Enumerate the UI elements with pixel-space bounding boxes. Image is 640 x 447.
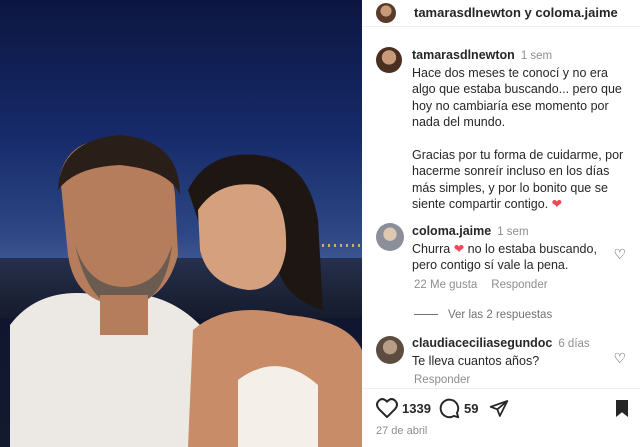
heart-emoji-icon: ❤: [453, 241, 465, 256]
bookmark-icon[interactable]: [616, 400, 628, 417]
post-photo[interactable]: [0, 0, 362, 447]
comment-item: claudiaceciliasegundoc 6 días Te lleva cu…: [412, 335, 612, 369]
comment-like-heart-icon[interactable]: ♡: [613, 246, 626, 263]
comment-item: coloma.jaime 1 sem Churra ❤ no lo estaba …: [412, 223, 612, 274]
comment-avatar[interactable]: [376, 336, 404, 364]
header-joiner: y: [524, 5, 532, 20]
comment-meta: Responder: [414, 374, 484, 386]
heart-outline-icon[interactable]: [376, 398, 398, 418]
comment-likes-count[interactable]: 22 Me gusta: [414, 279, 477, 291]
comment-username[interactable]: coloma.jaime: [412, 224, 491, 238]
caption-avatar[interactable]: [376, 47, 402, 73]
heart-emoji-icon: ❤: [551, 197, 563, 211]
caption-time[interactable]: 1 sem: [521, 50, 552, 62]
post-date[interactable]: 27 de abril: [376, 425, 427, 437]
woman-figure: [188, 154, 362, 447]
reply-button[interactable]: Responder: [491, 279, 547, 291]
comment-time[interactable]: 1 sem: [497, 226, 528, 238]
author-avatar[interactable]: [376, 3, 396, 23]
header-user2-link[interactable]: coloma.jaime: [535, 5, 617, 20]
comment-meta: 22 Me gusta Responder: [414, 279, 562, 291]
comment-time[interactable]: 6 días: [558, 338, 589, 350]
comment-text-start: Churra: [412, 241, 451, 256]
reply-button[interactable]: Responder: [414, 374, 470, 386]
comment-username[interactable]: claudiaceciliasegundoc: [412, 336, 552, 350]
caption-paragraph-2: Gracias por tu forma de cuidarme, por ha…: [412, 147, 634, 213]
post-actions-bar: 1339 59: [362, 388, 640, 429]
header-authors: tamarasdlnewton y coloma.jaime: [414, 5, 618, 20]
view-replies-label: Ver las 2 respuestas: [448, 309, 553, 321]
post-caption: tamarasdlnewton 1 sem Hace dos meses te c…: [412, 47, 634, 213]
post-sidebar: tamarasdlnewton y coloma.jaime tamarasdl…: [362, 0, 640, 447]
replies-divider: [414, 314, 438, 316]
caption-paragraph-1: Hace dos meses te conocí y no era algo q…: [412, 65, 626, 130]
comment-icon[interactable]: [439, 398, 460, 419]
view-replies-button[interactable]: Ver las 2 respuestas: [414, 309, 552, 321]
post-header: tamarasdlnewton y coloma.jaime: [362, 0, 640, 27]
comment-like-heart-icon[interactable]: ♡: [613, 350, 626, 367]
likes-count[interactable]: 1339: [402, 401, 431, 416]
comment-text: Te lleva cuantos años?: [412, 353, 540, 368]
header-user1-link[interactable]: tamarasdlnewton: [414, 5, 521, 20]
caption-username[interactable]: tamarasdlnewton: [412, 48, 515, 62]
caption-paragraph-2-text: Gracias por tu forma de cuidarme, por ha…: [412, 147, 627, 212]
comment-avatar[interactable]: [376, 223, 404, 251]
comments-count[interactable]: 59: [464, 401, 478, 416]
share-icon[interactable]: [489, 399, 509, 418]
